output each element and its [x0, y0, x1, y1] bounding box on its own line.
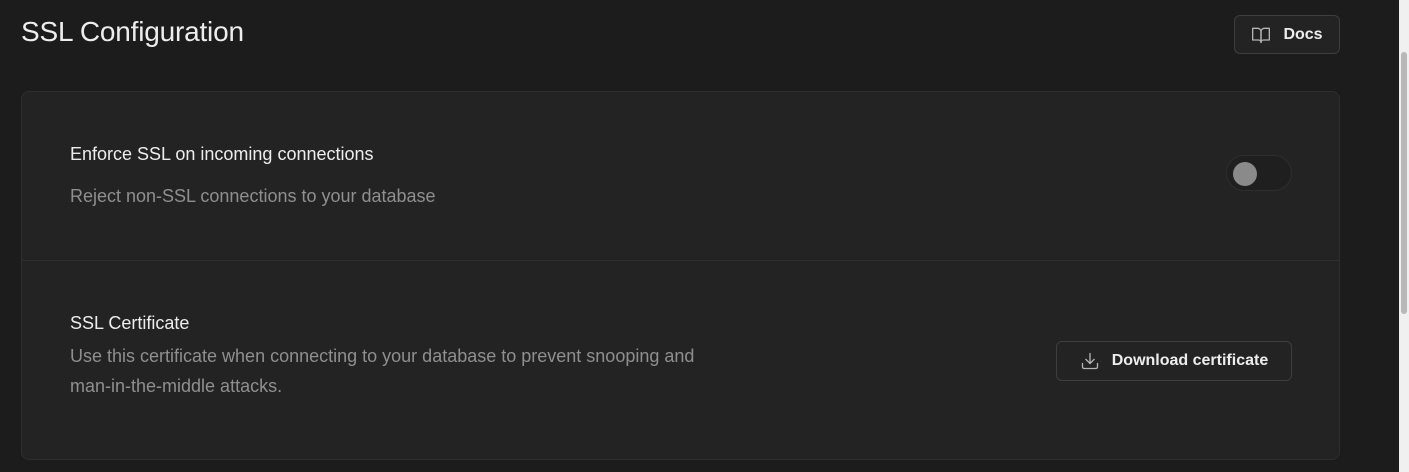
page-header: SSL Configuration Docs	[21, 14, 1340, 54]
scrollbar[interactable]	[1399, 0, 1409, 472]
download-icon	[1080, 351, 1100, 371]
docs-button-label: Docs	[1283, 25, 1323, 43]
download-certificate-button[interactable]: Download certificate	[1056, 341, 1292, 381]
page-title: SSL Configuration	[21, 16, 244, 47]
ssl-certificate-description: Use this certificate when connecting to …	[70, 346, 695, 396]
enforce-ssl-toggle[interactable]	[1226, 155, 1292, 191]
book-open-icon	[1251, 25, 1271, 45]
enforce-ssl-description: Reject non-SSL connections to your datab…	[70, 186, 436, 206]
ssl-certificate-title: SSL Certificate	[70, 313, 190, 333]
docs-button[interactable]: Docs	[1234, 15, 1340, 54]
enforce-ssl-title: Enforce SSL on incoming connections	[70, 144, 374, 164]
ssl-certificate-row: SSL Certificate Use this certificate whe…	[22, 261, 1339, 460]
scrollbar-thumb[interactable]	[1401, 52, 1407, 314]
ssl-settings-panel: Enforce SSL on incoming connections Reje…	[21, 91, 1340, 460]
enforce-ssl-row: Enforce SSL on incoming connections Reje…	[22, 92, 1339, 261]
toggle-knob	[1233, 162, 1257, 186]
download-certificate-label: Download certificate	[1111, 352, 1269, 369]
